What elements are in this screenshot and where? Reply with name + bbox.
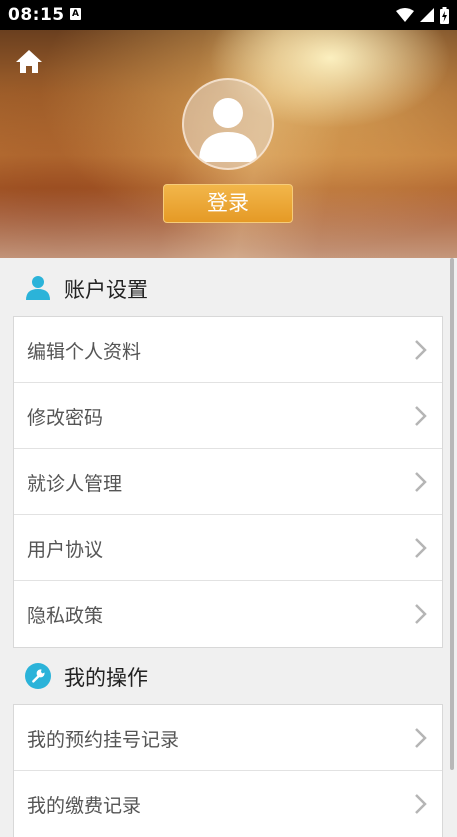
profile-header: 登录 bbox=[0, 30, 457, 258]
avatar[interactable] bbox=[182, 78, 274, 170]
login-button[interactable]: 登录 bbox=[163, 184, 293, 223]
list-item-appointment-records[interactable]: 我的预约挂号记录 bbox=[14, 705, 442, 771]
list-item-privacy-policy[interactable]: 隐私政策 bbox=[14, 581, 442, 647]
chevron-right-icon bbox=[415, 472, 427, 492]
section-title-account: 账户设置 bbox=[64, 278, 148, 302]
scrollbar[interactable] bbox=[450, 258, 454, 770]
chevron-right-icon bbox=[415, 340, 427, 360]
notification-a-icon: A bbox=[70, 8, 81, 20]
section-header-operations: 我的操作 bbox=[0, 646, 447, 704]
account-settings-list: 编辑个人资料 修改密码 就诊人管理 用户协议 隐私政策 bbox=[13, 316, 443, 648]
chevron-right-icon bbox=[415, 728, 427, 748]
person-icon bbox=[199, 98, 257, 162]
list-item-label: 修改密码 bbox=[27, 407, 104, 429]
list-item-user-agreement[interactable]: 用户协议 bbox=[14, 515, 442, 581]
list-item-label: 编辑个人资料 bbox=[27, 341, 142, 363]
list-item-label: 我的预约挂号记录 bbox=[27, 729, 180, 751]
list-item-label: 我的缴费记录 bbox=[27, 795, 142, 817]
list-item-payment-records[interactable]: 我的缴费记录 bbox=[14, 771, 442, 837]
chevron-right-icon bbox=[415, 538, 427, 558]
chevron-right-icon bbox=[415, 406, 427, 426]
status-bar: 08:15 A bbox=[0, 0, 457, 30]
list-item-edit-profile[interactable]: 编辑个人资料 bbox=[14, 317, 442, 383]
status-icons bbox=[396, 6, 449, 24]
operations-list: 我的预约挂号记录 我的缴费记录 bbox=[13, 704, 443, 837]
wifi-icon bbox=[396, 8, 414, 22]
list-item-label: 就诊人管理 bbox=[27, 473, 123, 495]
chevron-right-icon bbox=[415, 604, 427, 624]
list-item-label: 用户协议 bbox=[27, 539, 104, 561]
signal-icon bbox=[420, 8, 434, 22]
list-item-patient-management[interactable]: 就诊人管理 bbox=[14, 449, 442, 515]
home-icon[interactable] bbox=[14, 48, 44, 76]
user-icon bbox=[26, 276, 50, 300]
section-title-operations: 我的操作 bbox=[64, 666, 148, 690]
list-item-label: 隐私政策 bbox=[27, 605, 104, 627]
wrench-icon bbox=[25, 663, 51, 689]
battery-icon bbox=[440, 6, 449, 24]
settings-content: 账户设置 编辑个人资料 修改密码 就诊人管理 用户协议 隐私政策 我的操作 我的… bbox=[0, 258, 457, 837]
status-time: 08:15 bbox=[8, 5, 65, 25]
section-header-account: 账户设置 bbox=[0, 258, 447, 316]
list-item-change-password[interactable]: 修改密码 bbox=[14, 383, 442, 449]
